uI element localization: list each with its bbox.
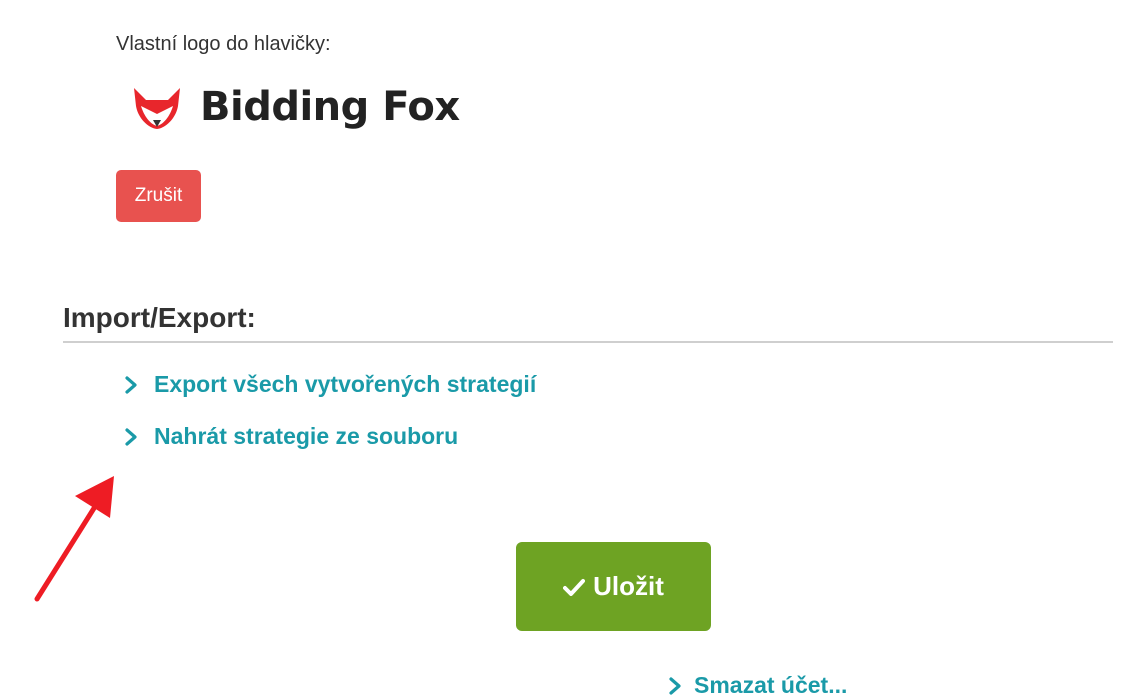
checkmark-icon [563, 578, 586, 596]
delete-account-label: Smazat účet... [694, 672, 848, 698]
save-label: Uložit [593, 571, 664, 601]
delete-account-link[interactable]: Smazat účet... [668, 672, 847, 699]
chevron-right-icon [669, 676, 681, 695]
save-button[interactable]: Uložit [516, 542, 711, 631]
